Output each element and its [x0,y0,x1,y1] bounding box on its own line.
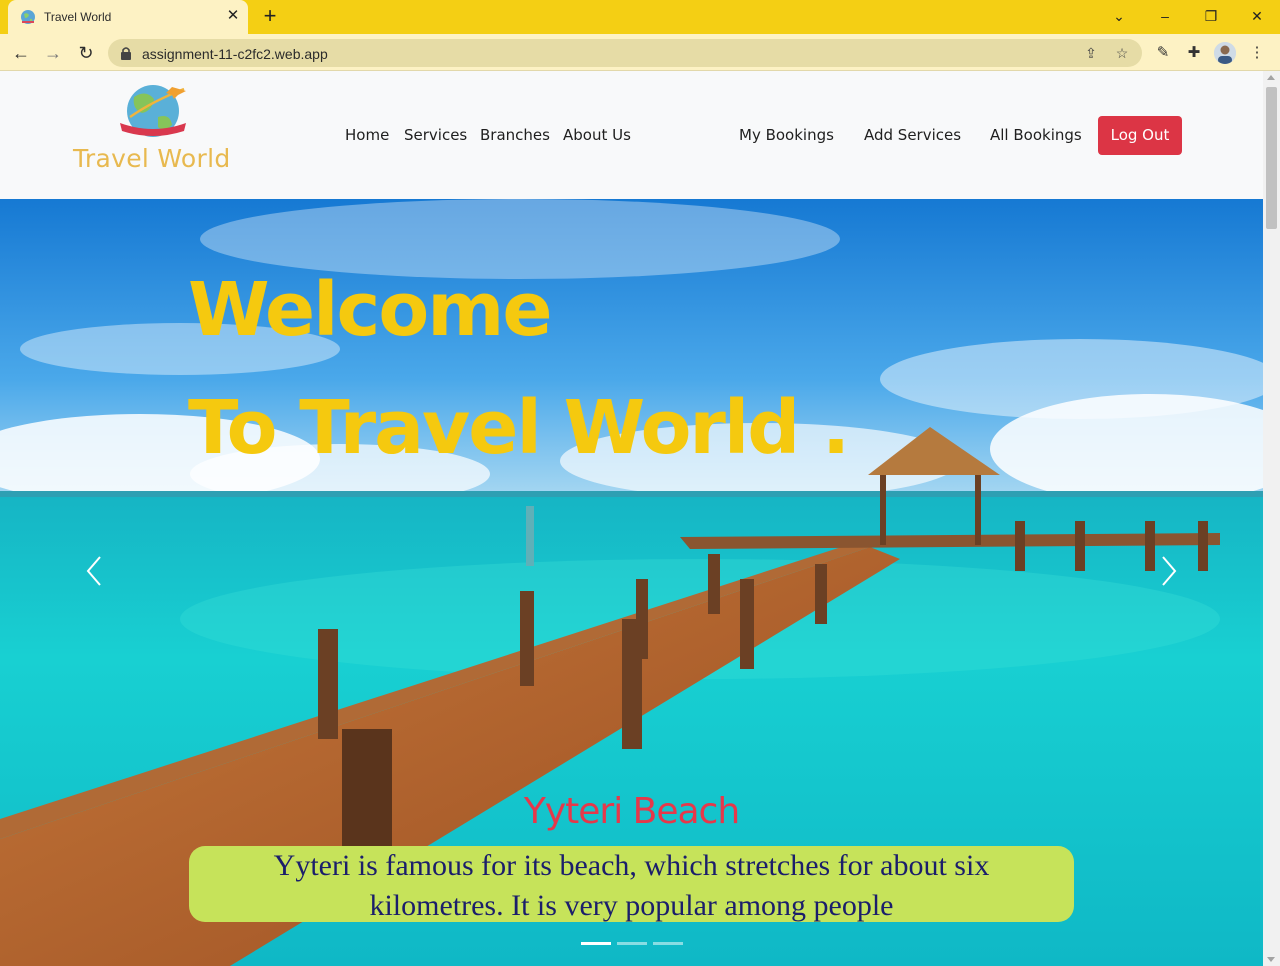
globe-favicon-icon [21,10,35,24]
extension-icon[interactable]: ✎ [1152,42,1174,64]
plus-icon[interactable]: + [258,5,282,29]
avatar[interactable] [1214,42,1236,64]
scroll-up-arrow-icon[interactable] [1267,75,1275,80]
nav-services[interactable]: Services [404,126,467,144]
back-icon[interactable]: ← [8,40,34,66]
hero-title-line-2: To Travel World . [188,385,850,471]
address-bar[interactable]: assignment-11-c2fc2.web.app ⇪ ☆ [108,39,1142,67]
page-scrollbar[interactable] [1263,71,1280,966]
carousel-indicator-2[interactable] [617,942,647,945]
tab-title: Travel World [44,10,112,24]
slide-caption: Yyteri is famous for its beach, which st… [189,846,1074,922]
browser-toolbar: ← → ↻ assignment-11-c2fc2.web.app ⇪ ☆ ✎ … [0,34,1280,71]
nav-add-services[interactable]: Add Services [864,126,961,144]
carousel-prev-icon[interactable] [80,553,110,589]
slide-caption-line-1: Yyteri is famous for its beach, which st… [273,849,990,882]
slide-caption-line-2: kilometres. It is very popular among peo… [369,889,894,922]
logout-button[interactable]: Log Out [1098,116,1182,155]
nav-home[interactable]: Home [345,126,389,144]
forward-icon[interactable]: → [40,40,66,66]
puzzle-icon[interactable]: ✚ [1183,42,1205,64]
chevron-down-icon[interactable]: ⌄ [1106,4,1132,28]
nav-branches[interactable]: Branches [480,126,550,144]
minimize-icon[interactable]: – [1152,4,1178,28]
scroll-down-arrow-icon[interactable] [1267,957,1275,962]
lock-icon [121,47,131,60]
nav-all-bookings[interactable]: All Bookings [990,126,1082,144]
hero-title-line-1: Welcome [188,267,553,353]
reload-icon[interactable]: ↻ [73,40,99,66]
scroll-thumb[interactable] [1266,87,1277,229]
share-icon[interactable]: ⇪ [1080,43,1102,63]
globe-plane-logo-icon[interactable] [116,83,190,139]
page-viewport: Travel World Home Services Branches Abou… [0,71,1280,966]
hero-carousel: Welcome To Travel World . Yyteri Beach Y… [0,199,1263,966]
nav-about-us[interactable]: About Us [563,126,631,144]
site-navbar: Travel World Home Services Branches Abou… [0,71,1263,199]
menu-icon[interactable]: ⋮ [1246,42,1268,64]
brand-name[interactable]: Travel World [73,144,231,173]
browser-tabstrip: Travel World ✕ + ⌄ – ❐ ✕ [0,0,1280,34]
url-text: assignment-11-c2fc2.web.app [142,46,328,62]
nav-my-bookings[interactable]: My Bookings [739,126,834,144]
carousel-next-icon[interactable] [1153,553,1183,589]
profile-avatar-icon [1214,42,1236,64]
restore-icon[interactable]: ❐ [1198,4,1224,28]
window-close-icon[interactable]: ✕ [1244,4,1270,28]
slide-heading: Yyteri Beach [523,791,740,832]
close-icon[interactable]: ✕ [224,7,242,25]
carousel-indicator-1[interactable] [581,942,611,945]
star-icon[interactable]: ☆ [1111,43,1133,63]
carousel-indicator-3[interactable] [653,942,683,945]
browser-tab[interactable]: Travel World ✕ [8,0,248,34]
